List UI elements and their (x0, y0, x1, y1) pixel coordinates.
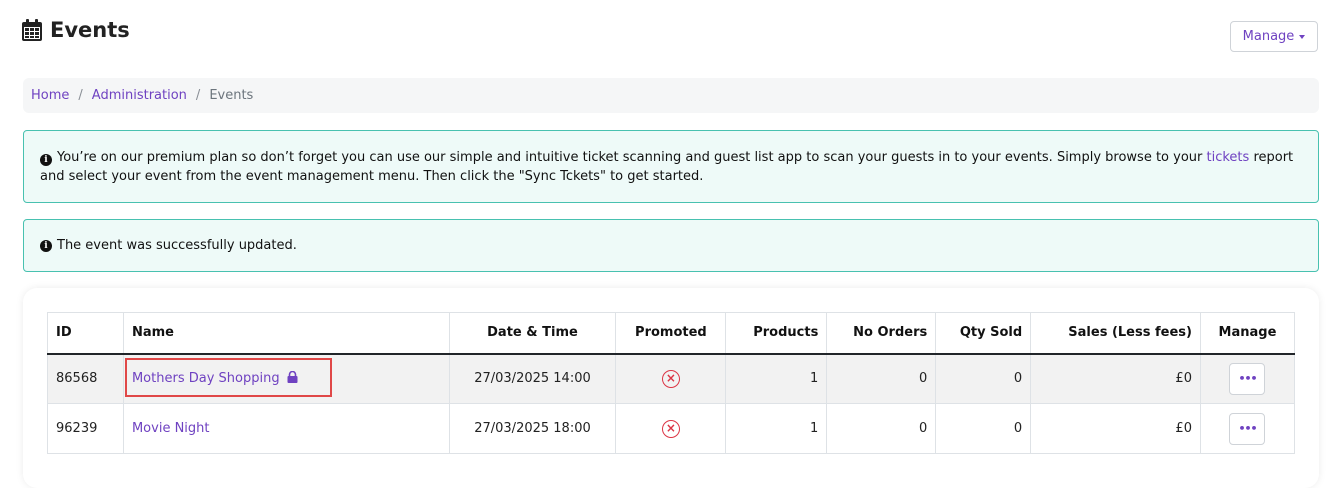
tickets-link[interactable]: tickets (1207, 150, 1250, 165)
cell-sales: £0 (1030, 403, 1201, 454)
breadcrumb-separator: / (78, 88, 83, 103)
cell-datetime: 27/03/2025 18:00 (448, 403, 617, 454)
manage-dropdown-button[interactable]: Manage (1230, 21, 1318, 52)
premium-plan-alert: i You’re on our premium plan so don’t for… (23, 130, 1319, 203)
event-link[interactable]: Mothers Day Shopping (132, 371, 280, 386)
header-qty[interactable]: Qty Sold (935, 312, 1032, 355)
table-header-row: ID Name Date & Time Promoted Products No… (47, 312, 1296, 355)
calendar-icon (22, 19, 42, 41)
header-name[interactable]: Name (122, 312, 450, 355)
cell-products[interactable]: 1 (725, 353, 828, 404)
row-menu-button[interactable]: ••• (1229, 412, 1266, 445)
caret-down-icon (1299, 34, 1306, 39)
header-id[interactable]: ID (47, 312, 124, 355)
table-row: 96239 Movie Night 27/03/2025 18:00 × 1 0… (47, 403, 1296, 454)
breadcrumb-current: Events (209, 88, 254, 103)
events-table: ID Name Date & Time Promoted Products No… (47, 312, 1296, 454)
manage-label: Manage (1242, 29, 1295, 44)
ellipsis-icon: ••• (1238, 422, 1257, 435)
info-icon: i (40, 239, 52, 252)
x-circle-icon: × (661, 369, 680, 388)
cell-promoted: × (615, 353, 727, 404)
ellipsis-icon: ••• (1238, 372, 1257, 386)
breadcrumb: Home / Administration / Events (23, 78, 1319, 113)
header-promoted[interactable]: Promoted (615, 312, 727, 355)
header-sales[interactable]: Sales (Less fees) (1030, 312, 1201, 355)
cell-manage: ••• (1199, 353, 1296, 404)
cell-datetime: 27/03/2025 14:00 (448, 353, 617, 404)
success-text: The event was successfully updated. (57, 238, 297, 253)
table-row: 86568 Mothers Day Shopping 27/03/2025 14… (47, 353, 1296, 404)
row-menu-button[interactable]: ••• (1229, 362, 1266, 395)
info-icon: i (40, 154, 52, 166)
cell-id: 86568 (47, 353, 124, 404)
cell-promoted: × (615, 403, 727, 454)
page-title: Events (50, 18, 130, 42)
cell-name: Mothers Day Shopping (122, 353, 450, 404)
x-circle-icon: × (661, 419, 680, 438)
header-manage: Manage (1199, 312, 1296, 355)
header-orders[interactable]: No Orders (826, 312, 937, 355)
cell-manage: ••• (1199, 403, 1296, 454)
event-link[interactable]: Movie Night (132, 421, 210, 436)
cell-sales: £0 (1030, 353, 1201, 404)
cell-id: 96239 (47, 403, 124, 454)
premium-text-start: You’re on our premium plan so don’t forg… (57, 150, 1207, 165)
breadcrumb-home[interactable]: Home (31, 88, 69, 103)
lock-icon (287, 371, 298, 384)
header-datetime[interactable]: Date & Time (448, 312, 617, 355)
cell-products[interactable]: 1 (725, 403, 828, 454)
page-header: Events (22, 18, 130, 42)
cell-qty: 0 (935, 353, 1032, 404)
cell-qty: 0 (935, 403, 1032, 454)
cell-name: Movie Night (122, 403, 450, 454)
breadcrumb-administration[interactable]: Administration (92, 88, 187, 103)
cell-orders: 0 (826, 353, 937, 404)
success-alert: i The event was successfully updated. (23, 219, 1319, 272)
breadcrumb-separator: / (195, 88, 201, 103)
header-products[interactable]: Products (725, 312, 828, 355)
cell-orders: 0 (826, 403, 937, 454)
